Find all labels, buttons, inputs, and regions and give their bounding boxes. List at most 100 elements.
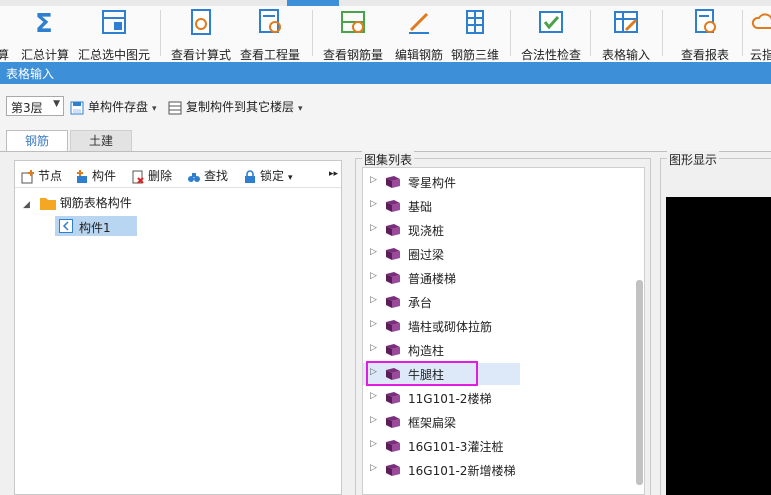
expand-arrow-icon[interactable]: ▷ [370,391,377,401]
book-icon [386,392,400,404]
floor-select[interactable]: 第3层 ▼ [6,96,64,116]
delete-button[interactable]: 删除 [131,167,172,184]
expand-arrow-icon[interactable]: ▷ [370,223,377,233]
table-calc-icon [102,10,126,34]
atlas-list-item[interactable]: ▷ 承台 [363,291,633,313]
expand-arrow-icon[interactable]: ▷ [370,319,377,329]
atlas-item-label: 墙柱或砌体拉筋 [408,320,493,334]
copy-floor-icon [168,101,182,114]
expand-arrow-icon[interactable]: ▷ [370,295,377,305]
rebar-3d-label: 钢筋三维 [450,48,499,62]
tab-civil[interactable]: 土建 [70,130,132,152]
check-icon [539,11,563,33]
view-rebar-button[interactable]: 查看钢筋量 [320,8,386,62]
chevron-down-icon: ▾ [152,104,157,114]
delete-icon [132,170,144,184]
atlas-list-item[interactable]: ▷ 圈过梁 [363,243,633,265]
rebar-view-icon [341,11,365,33]
save-single-component-button[interactable]: 单构件存盘 ▾ [70,98,157,116]
view-rebar-label: 查看钢筋量 [322,48,383,62]
validity-check-button[interactable]: 合法性检查 [518,8,584,62]
atlas-item-label: 零星构件 [408,176,457,190]
more-double-chevron-icon[interactable]: ▸▸ [329,169,338,179]
cloud-button[interactable]: 云指 [750,8,771,62]
atlas-list-item[interactable]: ▷ 构造柱 [363,339,633,361]
add-component-label: 构件 [92,169,117,183]
atlas-item-label: 普通楼梯 [408,272,457,286]
view-formula-label: 查看计算式 [170,48,231,62]
expand-arrow-icon[interactable]: ▷ [370,439,377,449]
ribbon-calc-button[interactable]: 算 [0,8,14,62]
copy-to-floor-label: 复制构件到其它楼层 [186,100,295,114]
atlas-list-item[interactable]: ▷ 框架扁梁 [363,411,633,433]
ribbon-separator [590,10,591,56]
graphic-display-canvas[interactable] [666,197,771,495]
tab-rebar[interactable]: 钢筋 [6,130,68,152]
add-node-button[interactable]: 节点 [21,167,62,184]
tree-expand-icon[interactable]: ◢ [23,200,30,210]
book-icon [386,296,400,308]
chevron-down-icon: ▾ [298,104,303,114]
atlas-list-item[interactable]: ▷ 墙柱或砌体拉筋 [363,315,633,337]
edit-rebar-button[interactable]: 编辑钢筋 [390,8,448,62]
ribbon-toolbar: 算 Σ 汇总计算 汇总选中图元 查看计算式 查看工程量 查看钢筋量 编辑钢筋 钢… [0,0,771,63]
atlas-list-item[interactable]: ▷ 11G101-2楼梯 [363,387,633,409]
atlas-item-label: 16G101-2新增楼梯 [408,464,516,478]
rebar-3d-button[interactable]: 钢筋三维 [448,8,502,62]
tree-root-node[interactable]: ◢ 钢筋表格构件 [23,194,132,211]
atlas-item-label: 现浇桩 [408,224,445,238]
quantity-doc-icon [259,9,281,33]
folder-icon [39,198,56,210]
expand-arrow-icon[interactable]: ▷ [370,343,377,353]
tree-child-node[interactable]: 构件1 [55,216,137,236]
summary-selected-button[interactable]: 汇总选中图元 [76,8,152,62]
table-input-icon [614,11,638,33]
atlas-item-label: 承台 [408,296,433,310]
expand-arrow-icon[interactable]: ▷ [370,175,377,185]
expand-arrow-icon[interactable]: ▷ [370,415,377,425]
summary-calc-button[interactable]: Σ 汇总计算 [16,8,74,62]
delete-label: 删除 [148,169,173,183]
chevron-down-icon: ▼ [53,99,60,109]
rebar-3d-icon [466,10,484,34]
expand-arrow-icon[interactable]: ▷ [370,271,377,281]
find-button[interactable]: 查找 [187,167,228,184]
cloud-label: 云指 [750,48,771,62]
book-icon [386,440,400,452]
tab-bar: 钢筋 土建 [0,124,771,152]
save-icon [70,101,84,114]
window-title: 表格输入 [6,67,55,81]
atlas-list-item[interactable]: ▷ 现浇桩 [363,219,633,241]
view-quantity-label: 查看工程量 [239,48,300,62]
table-input-toolbar: 第3层 ▼ 单构件存盘 ▾ 复制构件到其它楼层 ▾ [0,84,771,125]
atlas-list-item[interactable]: ▷ 普通楼梯 [363,267,633,289]
ribbon-active-tab[interactable] [287,0,339,6]
view-quantity-button[interactable]: 查看工程量 [236,8,304,62]
copy-to-floor-button[interactable]: 复制构件到其它楼层 ▾ [168,98,303,116]
atlas-scrollbar[interactable] [636,280,643,485]
book-icon [386,248,400,260]
atlas-list-item[interactable]: ▷ 16G101-2新增楼梯 [363,459,633,481]
expand-arrow-icon[interactable]: ▷ [370,247,377,257]
save-single-label: 单构件存盘 [88,100,149,114]
table-input-button[interactable]: 表格输入 [598,8,654,62]
atlas-item-label: 基础 [408,200,433,214]
atlas-list[interactable]: ▷ 零星构件 ▷ 基础 ▷ 现浇桩 ▷ 圈过梁 ▷ 普通楼梯 ▷ 承台 ▷ 墙柱或砌体拉筋 ▷ 构造柱 ▷ 牛腿柱… [362,167,645,495]
component-item-icon [59,219,73,233]
lock-label: 锁定 [260,169,285,183]
lock-button[interactable]: 锁定 ▾ [243,167,293,184]
expand-arrow-icon[interactable]: ▷ [370,463,377,473]
view-report-label: 查看报表 [680,48,729,62]
view-formula-button[interactable]: 查看计算式 [170,8,232,62]
atlas-list-item[interactable]: ▷ 16G101-3灌注桩 [363,435,633,457]
add-node-icon [21,169,34,183]
atlas-list-item[interactable]: ▷ 基础 [363,195,633,217]
expand-arrow-icon[interactable]: ▷ [370,199,377,209]
add-component-button[interactable]: 构件 [75,167,116,184]
ribbon-separator [742,10,743,56]
book-icon [386,320,400,332]
atlas-list-item[interactable]: ▷ 零星构件 [363,171,633,193]
sigma-icon: Σ [35,9,53,36]
view-report-button[interactable]: 查看报表 [676,8,734,62]
window-titlebar: 表格输入 [0,62,771,84]
